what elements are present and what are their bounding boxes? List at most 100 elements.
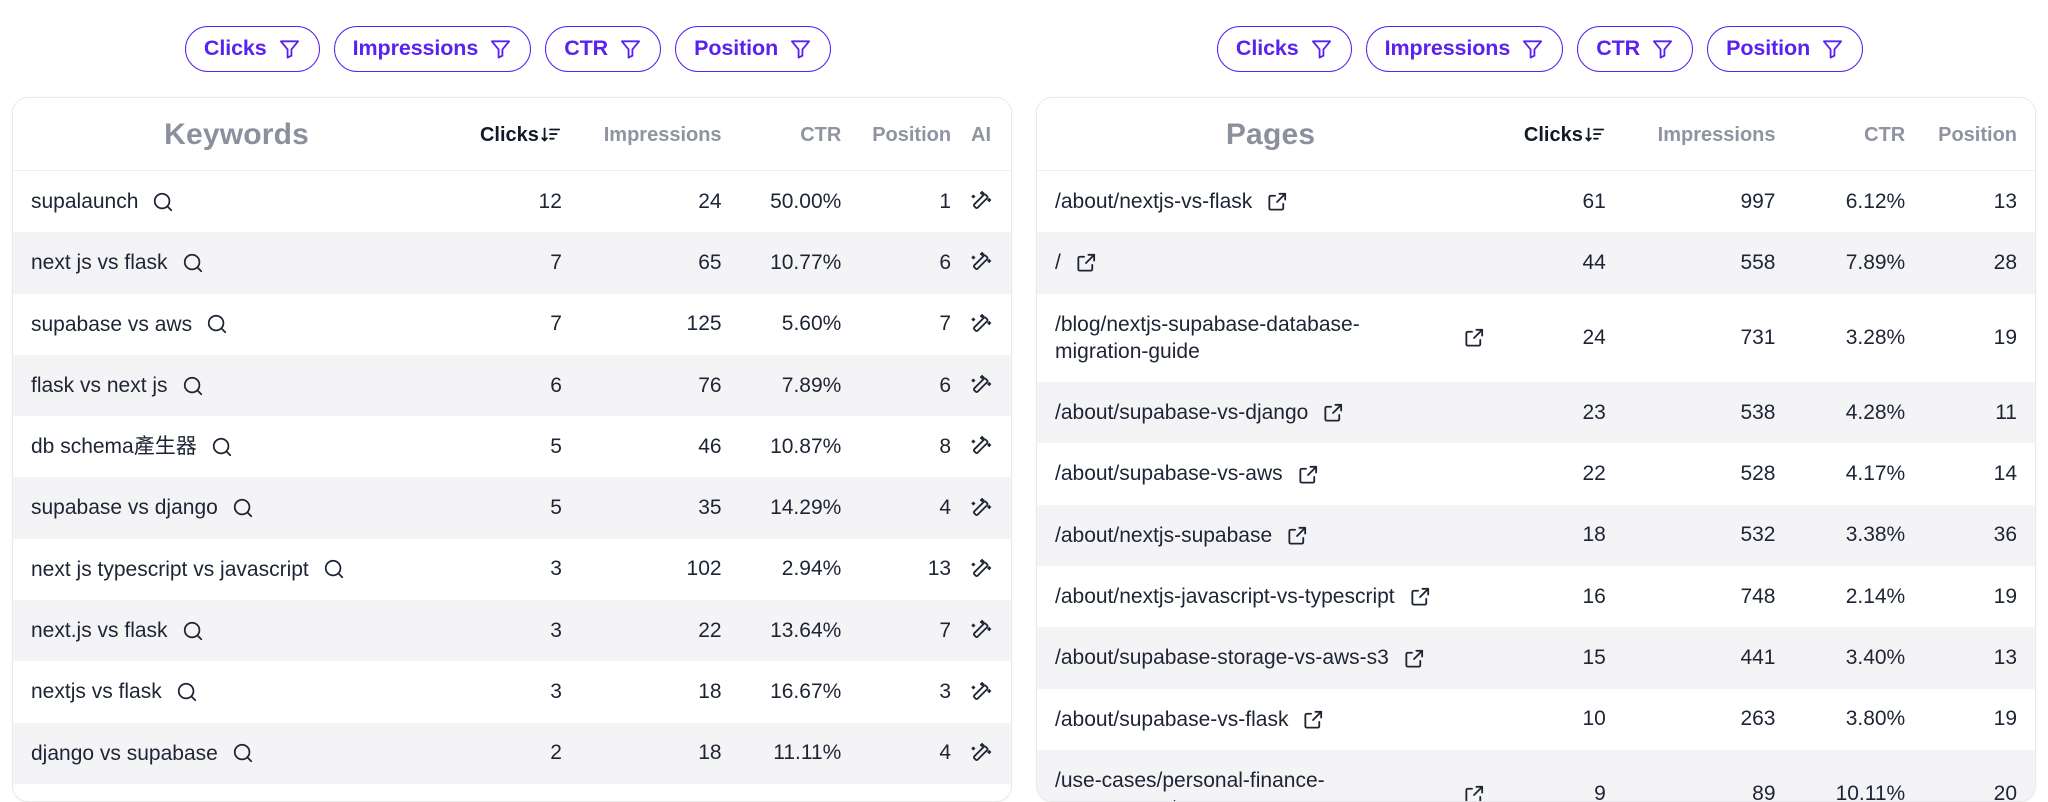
keyword-ai-cell[interactable] (951, 171, 1011, 233)
external-link-icon[interactable] (1297, 463, 1320, 486)
magic-wand-icon[interactable] (969, 496, 994, 521)
table-row[interactable]: next js vs flask76510.77%6 (13, 232, 1011, 293)
table-row[interactable]: supalaunch122450.00%1 (13, 171, 1011, 233)
filter-chip-ctr-left[interactable]: CTR (545, 26, 661, 72)
table-row[interactable]: /about/nextjs-supabase185323.38%36 (1037, 505, 2035, 566)
search-icon[interactable] (232, 497, 254, 519)
table-row[interactable]: /about/nextjs-javascript-vs-typescript16… (1037, 566, 2035, 627)
search-icon[interactable] (182, 375, 204, 397)
keywords-col-position[interactable]: Position (841, 98, 951, 171)
keyword-ctr-cell: 2.94% (722, 539, 842, 600)
keyword-ai-cell[interactable] (951, 416, 1011, 477)
search-icon[interactable] (323, 558, 345, 580)
table-row[interactable]: /about/supabase-storage-vs-aws-s3154413.… (1037, 627, 2035, 688)
search-icon[interactable] (152, 191, 174, 213)
magic-wand-icon[interactable] (969, 312, 994, 337)
external-link-icon[interactable] (1286, 524, 1309, 547)
table-row[interactable]: flask vs next js6767.89%6 (13, 355, 1011, 416)
magic-wand-icon[interactable] (969, 557, 994, 582)
table-row[interactable]: supabase vs django53514.29%4 (13, 477, 1011, 538)
pages-col-position[interactable]: Position (1905, 98, 2035, 171)
keyword-ai-cell[interactable] (951, 723, 1011, 784)
table-row[interactable]: nextjs vs flask31816.67%3 (13, 661, 1011, 722)
filter-chip-ctr-right[interactable]: CTR (1577, 26, 1693, 72)
page-impressions-cell: 997 (1606, 171, 1776, 233)
filter-chip-position-left[interactable]: Position (675, 26, 831, 72)
pages-col-clicks[interactable]: Clicks (1486, 98, 1606, 171)
keyword-ai-cell[interactable] (951, 294, 1011, 355)
keywords-filter-bar: Clicks Impressions CTR Position (0, 26, 1024, 72)
external-link-icon[interactable] (1463, 783, 1486, 802)
search-icon[interactable] (176, 681, 198, 703)
table-row[interactable]: /445587.89%28 (1037, 232, 2035, 293)
external-link-icon[interactable] (1409, 585, 1432, 608)
search-icon[interactable] (232, 742, 254, 764)
page-impressions-cell: 558 (1606, 232, 1776, 293)
keyword-position-cell: 3 (841, 661, 951, 722)
table-row[interactable]: /about/supabase-vs-aws225284.17%14 (1037, 443, 2035, 504)
keyword-cell: django vs supabase (13, 723, 442, 784)
keyword-ai-cell[interactable] (951, 355, 1011, 416)
external-link-icon[interactable] (1322, 401, 1345, 424)
keyword-position-cell: 8 (841, 416, 951, 477)
keywords-col-ctr[interactable]: CTR (722, 98, 842, 171)
external-link-icon[interactable] (1075, 251, 1098, 274)
table-row[interactable]: /about/supabase-vs-django235384.28%11 (1037, 382, 2035, 443)
keyword-impressions-cell: 65 (562, 232, 722, 293)
page-label-wrap: /use-cases/personal-finance-management-a… (1055, 767, 1486, 802)
table-row[interactable]: next js typescript vs javascript31022.94… (13, 539, 1011, 600)
keyword-ai-cell[interactable] (951, 232, 1011, 293)
page-position-cell: 19 (1905, 566, 2035, 627)
magic-wand-icon[interactable] (969, 618, 994, 643)
pages-col-impressions[interactable]: Impressions (1606, 98, 1776, 171)
filter-chip-impressions-right[interactable]: Impressions (1366, 26, 1564, 72)
table-row[interactable]: supabase vs aws71255.60%7 (13, 294, 1011, 355)
page-url-cell: /about/nextjs-supabase (1037, 505, 1486, 566)
magic-wand-icon[interactable] (969, 434, 994, 459)
external-link-icon[interactable] (1463, 326, 1486, 349)
search-icon[interactable] (206, 313, 228, 335)
keyword-ai-cell[interactable] (951, 784, 1011, 802)
page-clicks-cell: 24 (1486, 294, 1606, 383)
external-link-icon[interactable] (1302, 708, 1325, 731)
keyword-label-wrap: next js vs flask (31, 249, 442, 276)
table-row[interactable]: /blog/nextjs-supabase-database-migration… (1037, 294, 2035, 383)
keywords-col-impressions[interactable]: Impressions (562, 98, 722, 171)
table-row[interactable]: /use-cases/personal-finance-management-a… (1037, 750, 2035, 802)
table-row[interactable]: db schema產生器54610.87%8 (13, 416, 1011, 477)
page-url-text: /use-cases/personal-finance-management-a… (1055, 767, 1449, 802)
table-row[interactable]: next js photography portfolio21118.18%13 (13, 784, 1011, 802)
magic-wand-icon[interactable] (969, 373, 994, 398)
keyword-ai-cell[interactable] (951, 539, 1011, 600)
table-row[interactable]: /about/supabase-vs-flask102633.80%19 (1037, 689, 2035, 750)
keyword-ai-cell[interactable] (951, 477, 1011, 538)
keyword-label-wrap: supalaunch (31, 188, 442, 215)
external-link-icon[interactable] (1266, 190, 1289, 213)
filter-chip-label: Position (1726, 38, 1810, 60)
magic-wand-icon[interactable] (969, 250, 994, 275)
keywords-col-clicks[interactable]: Clicks (442, 98, 562, 171)
search-icon[interactable] (182, 620, 204, 642)
search-icon[interactable] (182, 252, 204, 274)
page-label-wrap: /about/nextjs-supabase (1055, 522, 1486, 549)
pages-table: Pages Clicks Impressions CTR Position /a… (1037, 98, 2035, 802)
search-icon[interactable] (211, 436, 233, 458)
keyword-text: supalaunch (31, 188, 138, 215)
filter-chip-position-right[interactable]: Position (1707, 26, 1863, 72)
keyword-text: supabase vs aws (31, 311, 192, 338)
table-row[interactable]: django vs supabase21811.11%4 (13, 723, 1011, 784)
magic-wand-icon[interactable] (969, 189, 994, 214)
magic-wand-icon[interactable] (969, 741, 994, 766)
pages-col-ctr[interactable]: CTR (1776, 98, 1906, 171)
filter-chip-impressions-left[interactable]: Impressions (334, 26, 532, 72)
keyword-ai-cell[interactable] (951, 661, 1011, 722)
table-row[interactable]: next.js vs flask32213.64%7 (13, 600, 1011, 661)
keyword-impressions-cell: 35 (562, 477, 722, 538)
filter-chip-clicks-right[interactable]: Clicks (1217, 26, 1352, 72)
table-row[interactable]: /about/nextjs-vs-flask619976.12%13 (1037, 171, 2035, 233)
keyword-ai-cell[interactable] (951, 600, 1011, 661)
external-link-icon[interactable] (1403, 647, 1426, 670)
magic-wand-icon[interactable] (969, 680, 994, 705)
keyword-text: django vs supabase (31, 740, 218, 767)
filter-chip-clicks-left[interactable]: Clicks (185, 26, 320, 72)
